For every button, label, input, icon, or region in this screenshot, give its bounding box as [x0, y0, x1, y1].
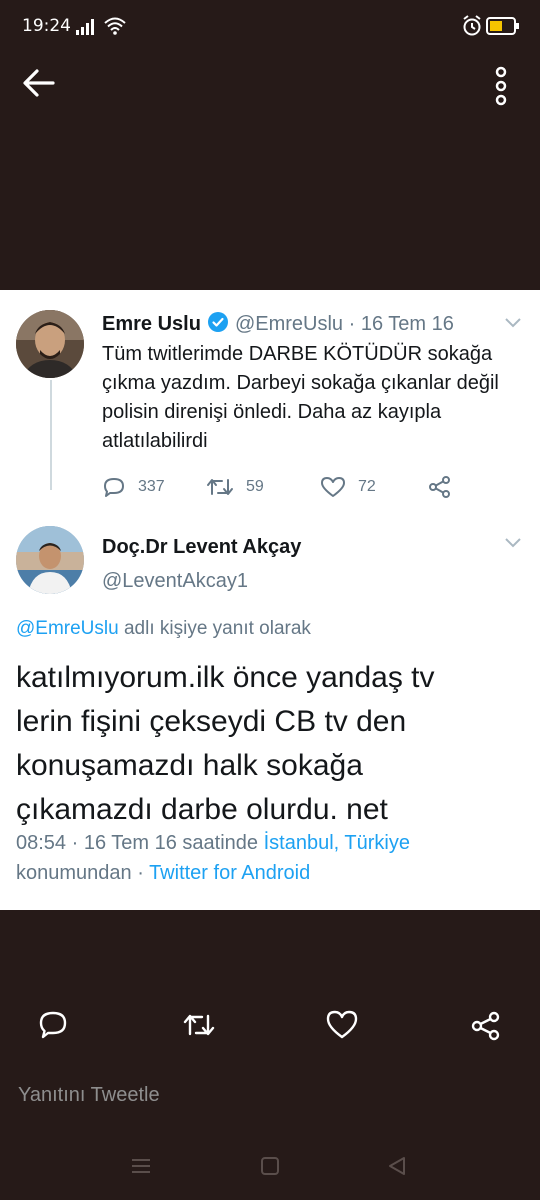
- status-time: 19:24: [22, 16, 71, 36]
- retweet-icon: [183, 1014, 215, 1036]
- bottom-action-bar: [0, 1000, 540, 1054]
- chevron-down-icon[interactable]: [503, 316, 523, 330]
- retweet-count: 59: [246, 478, 264, 495]
- avatar-levent-akcay[interactable]: [16, 526, 84, 594]
- battery-icon: [486, 17, 519, 35]
- home-square-icon: [261, 1157, 279, 1175]
- author-name[interactable]: Emre Uslu: [102, 313, 201, 335]
- retweet-button[interactable]: [182, 1010, 216, 1045]
- original-tweet-header: Emre Uslu @EmreUslu · 16 Tem 16: [102, 311, 454, 336]
- reply-count: 337: [138, 478, 165, 495]
- home-button[interactable]: [259, 1156, 281, 1181]
- system-nav-bar: [0, 1148, 540, 1188]
- signal-icon: [76, 19, 94, 35]
- menu-icon: [132, 1159, 150, 1173]
- wifi-icon: [104, 17, 126, 35]
- author-handle[interactable]: @EmreUslu: [235, 313, 343, 335]
- verified-icon: [207, 312, 228, 332]
- replying-to: @EmreUslu adlı kişiye yanıt olarak: [16, 618, 311, 640]
- tweet-date-phrase: · 16 Tem 16 saatinde: [66, 832, 264, 854]
- alarm-icon: [463, 15, 481, 36]
- back-nav-button[interactable]: [386, 1156, 408, 1181]
- share-icon: [429, 476, 450, 498]
- reply-author-name[interactable]: Doç.Dr Levent Akçay: [102, 536, 301, 559]
- like-count: 72: [358, 478, 376, 495]
- more-options-button[interactable]: [486, 64, 516, 108]
- reply-button[interactable]: [38, 1010, 68, 1045]
- like-action[interactable]: 72: [320, 472, 376, 502]
- chevron-down-icon[interactable]: [503, 536, 523, 550]
- tweet-meta: 08:54 · 16 Tem 16 saatinde İstanbul, Tür…: [16, 828, 516, 888]
- replying-to-suffix: adlı kişiye yanıt olarak: [118, 618, 311, 639]
- recent-apps-button[interactable]: [130, 1156, 152, 1181]
- like-button[interactable]: [326, 1010, 358, 1045]
- share-icon: [471, 1011, 500, 1041]
- retweet-icon: [207, 479, 233, 495]
- back-button[interactable]: [22, 68, 62, 100]
- reply-action[interactable]: 337: [102, 472, 165, 502]
- avatar-image: [16, 526, 84, 594]
- share-button[interactable]: [470, 1010, 502, 1047]
- source-link[interactable]: Twitter for Android: [149, 862, 310, 884]
- back-triangle-icon: [389, 1157, 405, 1175]
- status-bar: 19:24: [0, 0, 540, 56]
- location-link[interactable]: İstanbul, Türkiye: [264, 832, 410, 854]
- avatar-emre-uslu[interactable]: [16, 310, 84, 378]
- reply-tweet-text: katılmıyorum.ilk önce yandaş tv lerin fi…: [16, 661, 435, 826]
- tweet-card: Emre Uslu @EmreUslu · 16 Tem 16 Tüm twit…: [0, 290, 540, 910]
- original-tweet-actions: 337 59 72: [102, 472, 462, 502]
- retweet-action[interactable]: 59: [206, 472, 264, 502]
- thread-line: [50, 380, 52, 490]
- original-tweet-text: Tüm twitlerimde DARBE KÖTÜDÜR sokağa çık…: [102, 343, 499, 452]
- tweet-date: · 16 Tem 16: [348, 313, 454, 335]
- replying-to-handle[interactable]: @EmreUslu: [16, 618, 119, 639]
- share-action[interactable]: [428, 472, 452, 502]
- more-vertical-icon: [495, 66, 507, 106]
- reply-icon: [39, 1011, 67, 1039]
- like-icon: [321, 477, 345, 497]
- avatar-image: [16, 310, 84, 378]
- back-arrow-icon: [23, 69, 55, 97]
- top-bar: [0, 56, 540, 116]
- like-icon: [326, 1010, 358, 1039]
- tweet-time: 08:54: [16, 832, 67, 854]
- reply-author-handle[interactable]: @LeventAkcay1: [102, 570, 248, 593]
- reply-composer[interactable]: Yanıtını Tweetle: [18, 1084, 160, 1107]
- reply-icon: [104, 478, 124, 497]
- location-suffix: konumundan ·: [16, 862, 150, 884]
